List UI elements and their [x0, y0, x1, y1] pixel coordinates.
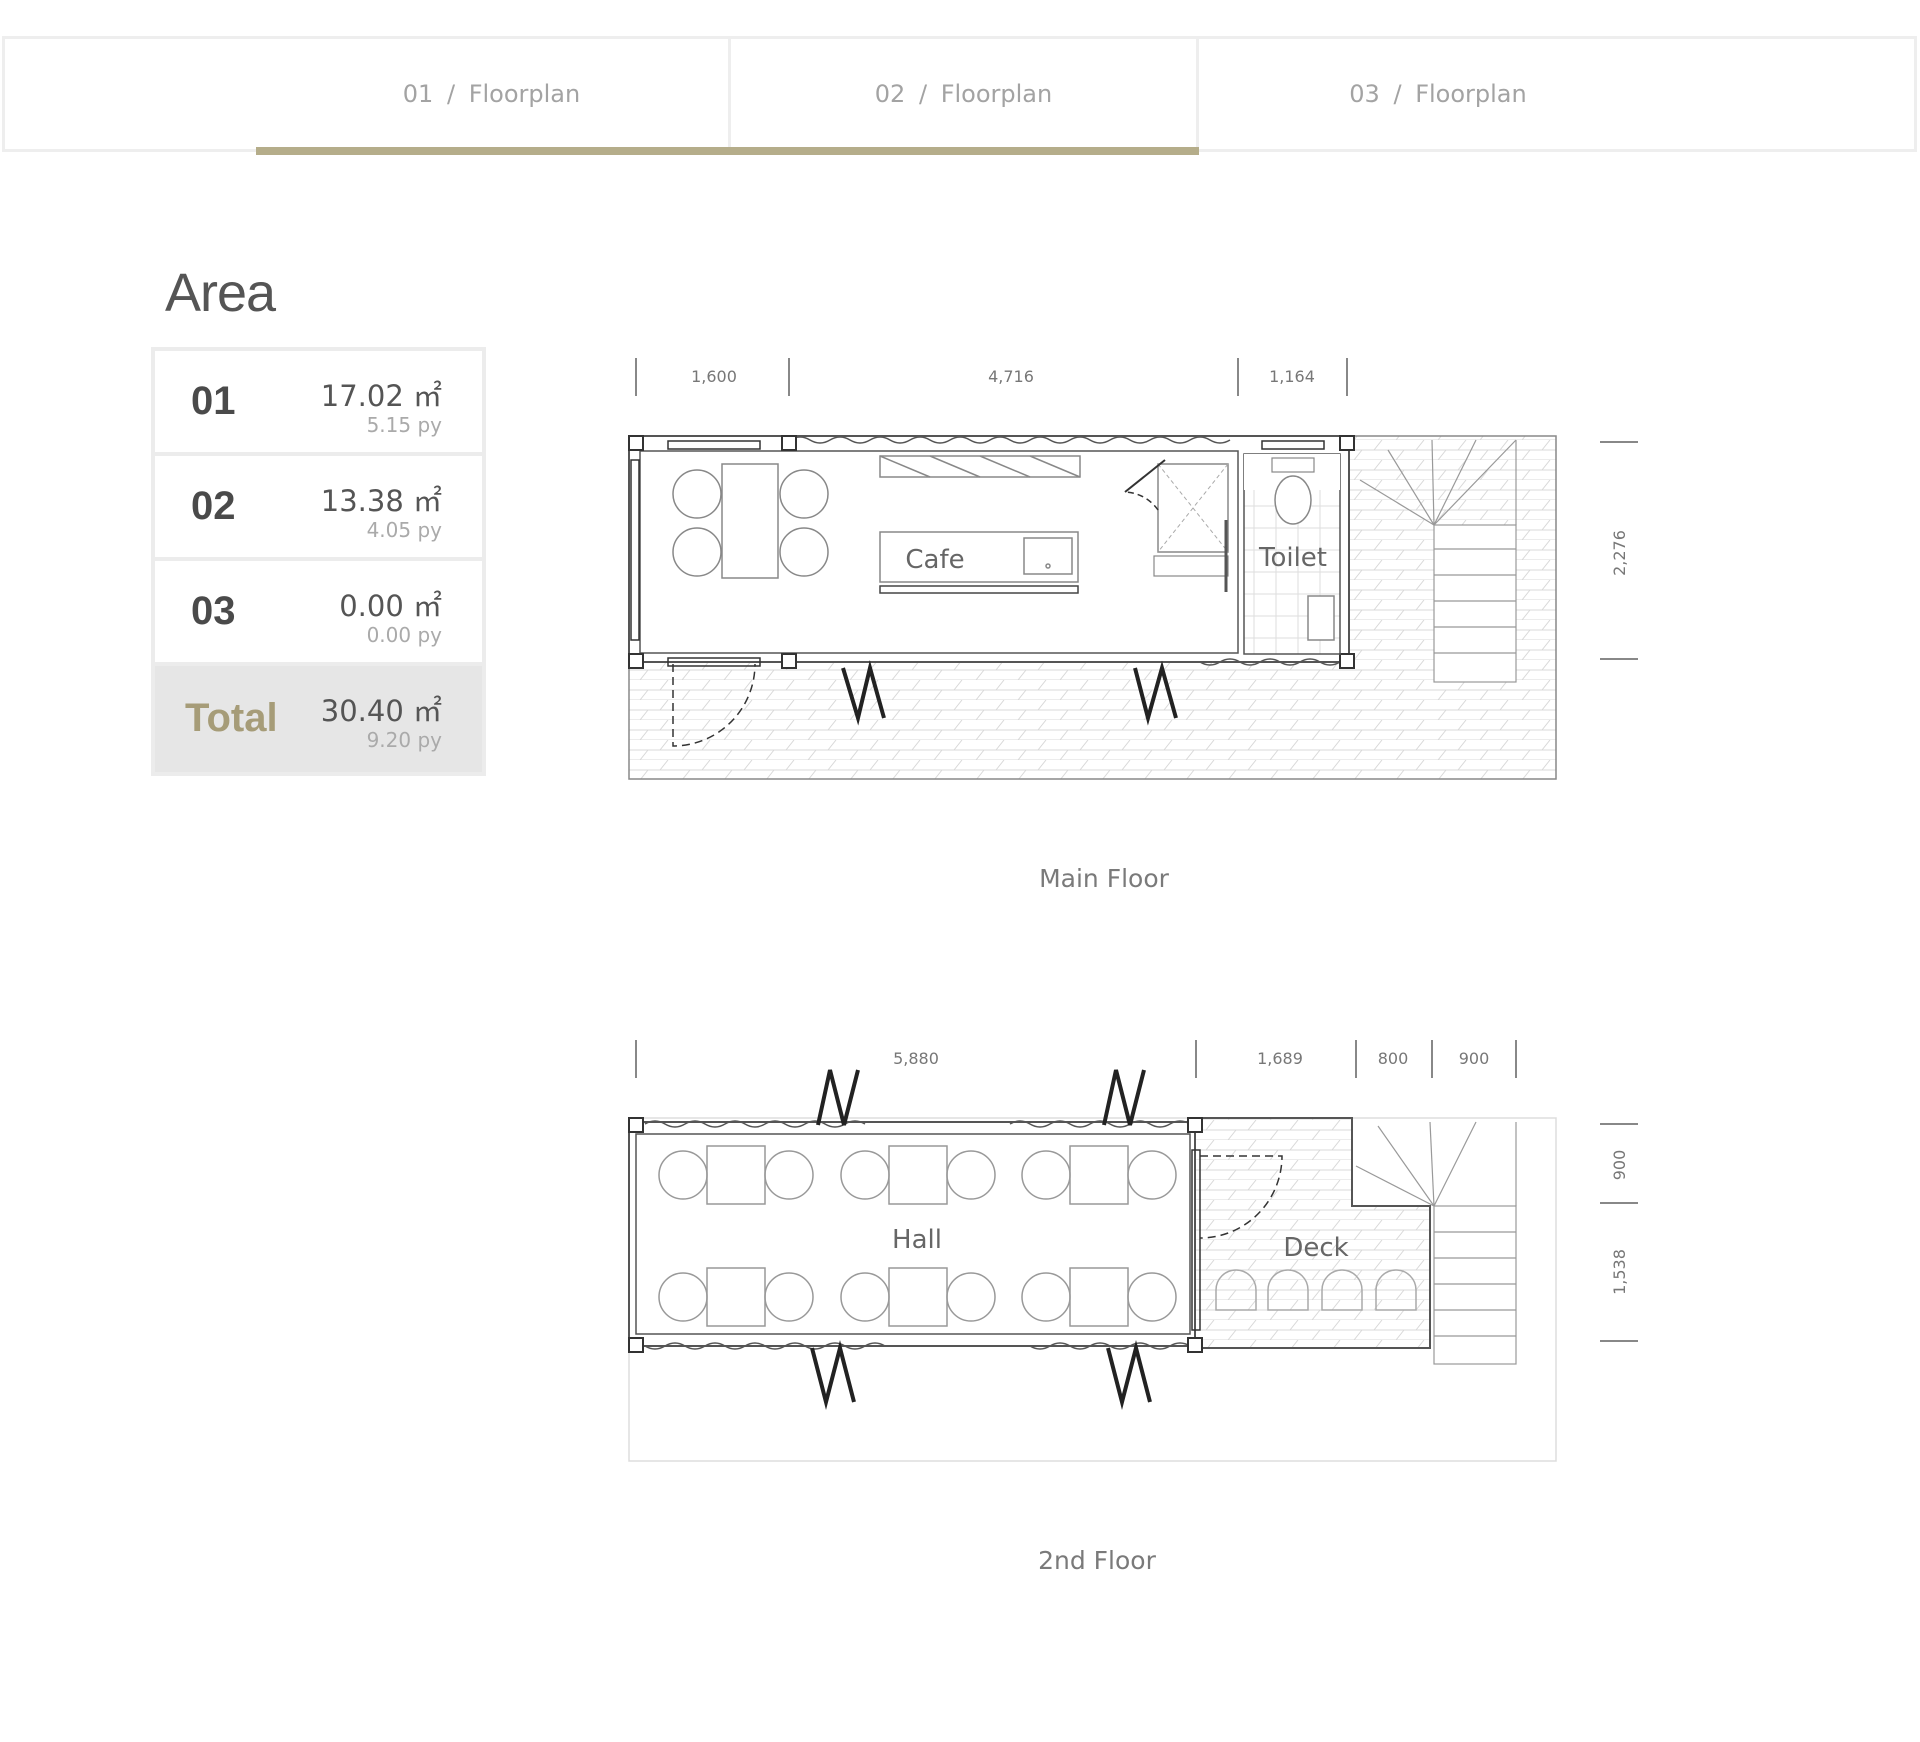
main-floor-plan: 1,600 4,716 1,164 2,276 Cafe Toilet: [628, 358, 1638, 780]
dim-label-side: 900: [1610, 1150, 1629, 1181]
dim-label: 1,164: [1269, 367, 1315, 386]
room-label-cafe: Cafe: [905, 545, 964, 575]
second-floor-caption: 2nd Floor: [1038, 1546, 1156, 1575]
dim-label-side: 1,538: [1610, 1249, 1629, 1295]
second-floor-plan: 5,880 1,689 800 900 900 1,538 Hall Deck: [628, 1040, 1638, 1462]
dim-label: 5,880: [893, 1049, 939, 1068]
dim-label: 800: [1378, 1049, 1409, 1068]
dim-label: 1,689: [1257, 1049, 1303, 1068]
toilet-fixture: [1274, 475, 1312, 525]
room-label-hall: Hall: [892, 1225, 942, 1255]
room-label-deck: Deck: [1283, 1233, 1348, 1263]
main-floor-caption: Main Floor: [1039, 864, 1169, 893]
room-label-toilet: Toilet: [1258, 543, 1327, 573]
dim-label-side: 2,276: [1610, 530, 1629, 576]
dim-label: 4,716: [988, 367, 1034, 386]
dim-label: 900: [1459, 1049, 1490, 1068]
dim-label: 1,600: [691, 367, 737, 386]
